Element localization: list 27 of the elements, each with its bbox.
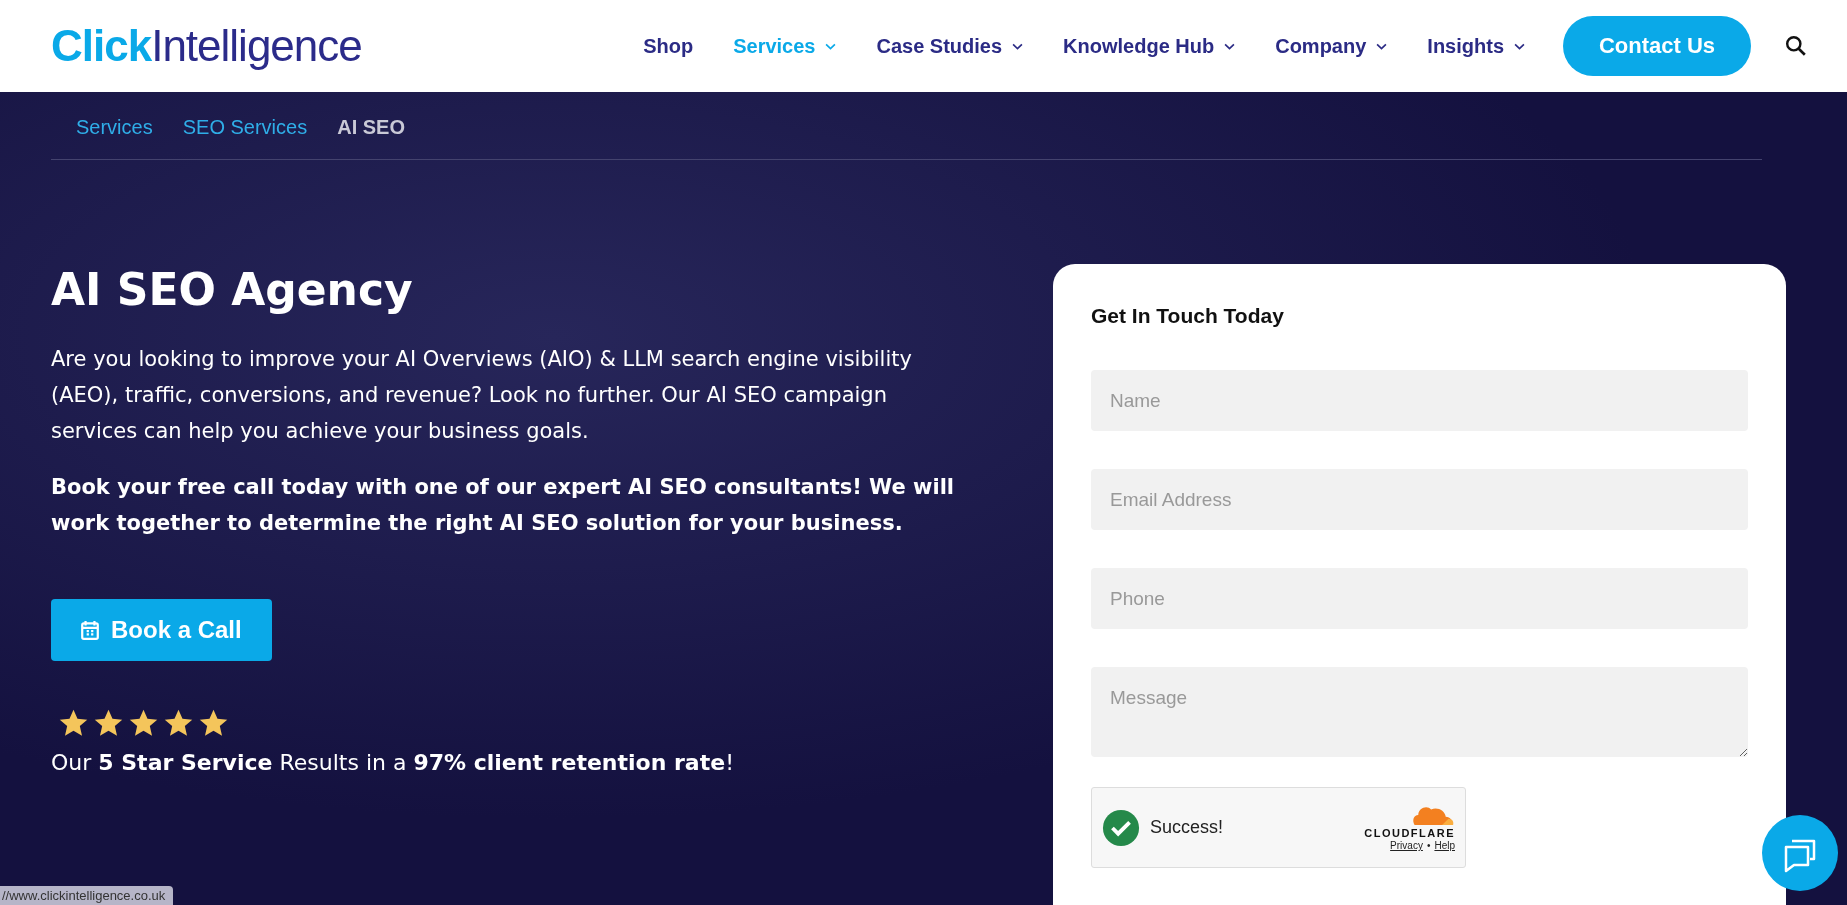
captcha-link[interactable]: Privacy	[1390, 840, 1423, 851]
breadcrumb-link[interactable]: AI SEO	[337, 116, 405, 139]
message-field[interactable]: Message	[1091, 667, 1748, 757]
cta-text: Book your free call today with one of our expert AI SEO consultants! We will work together to determine the right AI SEO solution for your business.	[51, 474, 956, 537]
intro-text: Are you looking to improve your AI Overviews (AIO) & LLM search engine visibility (AEO), traffic, conversions, and revenue? Look no further. Our AI SEO campaign services can help you achieve your business goals.	[51, 346, 913, 445]
calendar-icon	[81, 620, 99, 640]
nav-link[interactable]: Insights	[1427, 34, 1525, 58]
check-icon	[1102, 808, 1140, 847]
nav-link[interactable]: Case Studies	[876, 34, 1024, 58]
form-title: Get In Touch Today	[1091, 304, 1285, 328]
brand-label: CLOUDFLARE	[1364, 827, 1455, 839]
breadcrumb-link[interactable]: SEO Services	[182, 116, 308, 139]
captcha-status: Success!	[1150, 817, 1225, 838]
input-field[interactable]: Email Address	[1091, 469, 1748, 530]
input-field[interactable]: Name	[1091, 370, 1748, 431]
nav-link[interactable]: Shop	[643, 34, 694, 58]
search-icon[interactable]	[1785, 35, 1807, 57]
page-title: AI SEO Agency	[51, 264, 414, 315]
nav-link[interactable]: Company	[1275, 34, 1388, 58]
breadcrumb-link[interactable]: Services	[76, 116, 153, 139]
input-field[interactable]: Phone	[1091, 568, 1748, 629]
status-url: //www.clickintelligence.co.uk	[0, 886, 174, 905]
nav-link[interactable]: Knowledge Hub	[1063, 34, 1236, 58]
separator-dot: •	[1426, 840, 1431, 851]
rating-text: Our 5 Star Service Results in a 97% client retention rate!	[51, 750, 735, 775]
captcha-link[interactable]: Help	[1434, 840, 1455, 851]
logo[interactable]: ClickIntelligence	[51, 21, 362, 71]
